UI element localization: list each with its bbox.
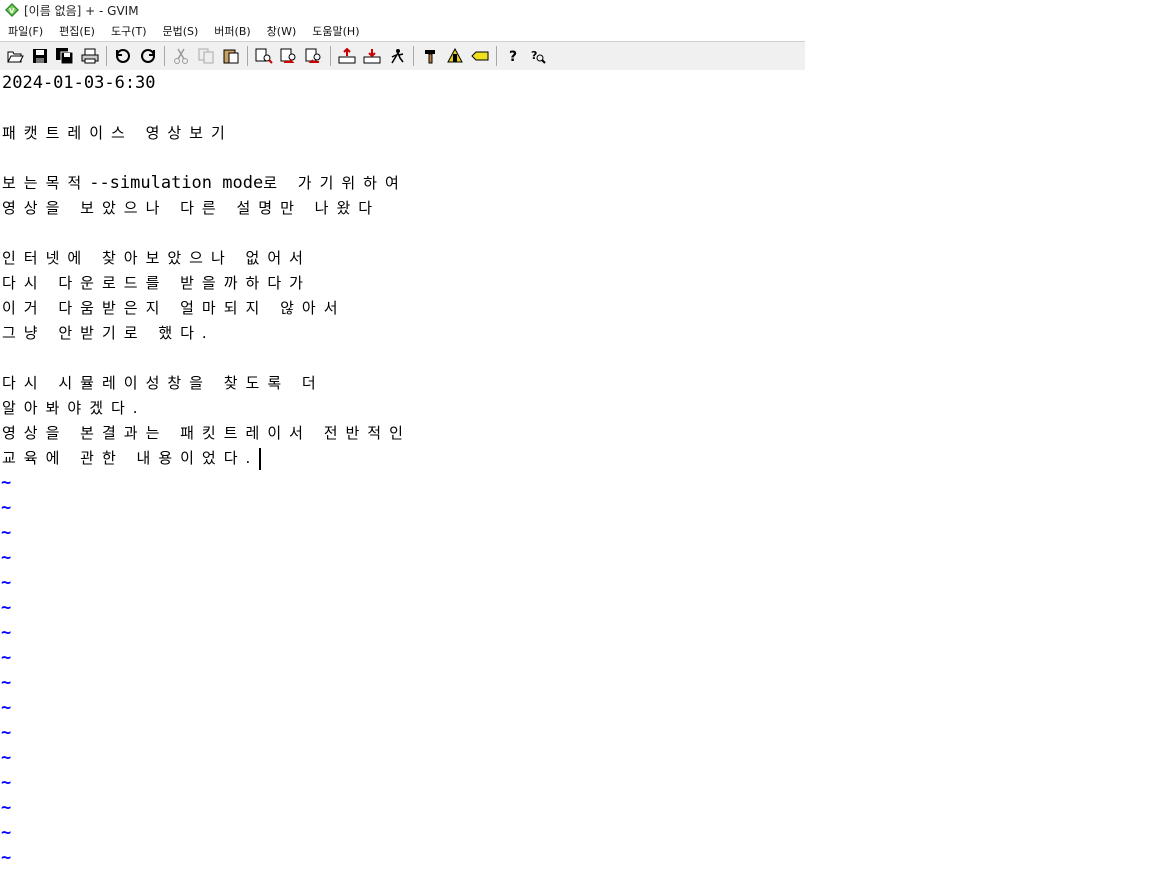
menu-syntax[interactable]: 문법(S) [154,23,206,39]
empty-line-tilde: ~ [1,523,12,543]
editor-line: 영상을 본결과는 패킷트레이서 전반적인 [2,424,411,442]
menu-bar: 파일(F) 편집(E) 도구(T) 문법(S) 버퍼(B) 창(W) 도움말(H… [0,20,805,41]
copy-icon [198,48,213,64]
find-replace-button[interactable] [252,45,275,67]
menu-help[interactable]: 도움말(H) [304,23,367,39]
svg-text:?: ? [531,49,537,62]
line-text: --simulation mode [89,173,264,193]
empty-line-tilde: ~ [1,623,12,643]
title-bar: V [이름 없음] + - GVIM [0,0,805,20]
editor-line: 패캣트레이스 영상보기 [2,124,233,142]
empty-line-tilde: ~ [1,773,12,793]
toolbar: ? ? [0,41,805,70]
line-text: 교육에 관한 내용이었다. [2,449,259,467]
empty-line-tilde: ~ [1,648,12,668]
line-text: 로 가기위하여 [263,174,407,192]
editor-line: 알아봐야겠다. [2,399,146,417]
find-replace-icon [255,48,273,64]
gvim-icon: V [5,3,19,17]
toolbar-separator [496,46,497,66]
empty-line-tilde: ~ [1,698,12,718]
load-session-button[interactable] [335,45,358,67]
paste-button[interactable] [219,45,242,67]
toolbar-separator [330,46,331,66]
tags-button[interactable] [468,45,491,67]
editor-line: 이거 다움받은지 얼마되지 않아서 [2,299,346,317]
run-script-icon [390,49,404,64]
tags-icon [470,51,488,61]
window-title: [이름 없음] + - GVIM [24,3,139,18]
save-all-icon [55,48,73,64]
find-next-icon [280,48,295,63]
find-prev-button[interactable] [302,45,325,67]
help-button[interactable]: ? [501,45,524,67]
editor-line: 그냥 안받기로 했다. [2,324,215,342]
find-prev-icon [305,48,320,63]
empty-line-tilde: ~ [1,723,12,743]
text-cursor [259,447,262,470]
make-button[interactable] [418,45,441,67]
editor-line: 영상을 보았으나 다른 설명만 나왔다 [2,199,381,217]
empty-line-tilde: ~ [1,848,12,868]
find-help-button[interactable]: ? [526,45,549,67]
toolbar-separator [164,46,165,66]
empty-line-tilde: ~ [1,548,12,568]
undo-icon [115,49,130,63]
empty-line-tilde: ~ [1,673,12,693]
run-script-button[interactable] [385,45,408,67]
undo-button[interactable] [111,45,134,67]
save-icon [32,49,47,63]
editor-line: 인터넷에 찾아보았으나 없어서 [2,249,311,267]
toolbar-separator [413,46,414,66]
empty-line-tilde: ~ [1,748,12,768]
editor-area[interactable]: 2024-01-03-6:30 패캣트레이스 영상보기 보는목적--simula… [0,71,1152,892]
empty-line-tilde: ~ [1,798,12,818]
copy-button[interactable] [194,45,217,67]
empty-line-tilde: ~ [1,598,12,618]
svg-text:V: V [9,7,15,15]
open-icon [6,51,24,63]
help-icon: ? [509,49,517,64]
redo-button[interactable] [136,45,159,67]
save-session-icon [363,49,380,64]
toolbar-separator [106,46,107,66]
editor-line: 다시 다운로드를 받을까하다가 [2,274,311,292]
line-text: 보는목적 [2,174,90,192]
empty-line-tilde: ~ [1,473,12,493]
editor-line: 교육에 관한 내용이었다. [0,446,1152,471]
toolbar-separator [247,46,248,66]
paste-icon [223,49,238,64]
svg-text:?: ? [509,49,517,64]
cut-icon [173,48,188,64]
shell-button[interactable] [443,45,466,67]
empty-line-tilde: ~ [1,823,12,843]
redo-icon [140,49,155,63]
print-button[interactable] [78,45,101,67]
empty-line-tilde: ~ [1,573,12,593]
menu-file[interactable]: 파일(F) [0,23,51,39]
cut-button[interactable] [169,45,192,67]
shell-icon [446,48,463,63]
load-session-icon [338,48,355,64]
make-icon [424,50,435,64]
open-button[interactable] [3,45,26,67]
empty-line-tilde: ~ [1,498,12,518]
menu-window[interactable]: 창(W) [259,23,305,39]
find-help-icon: ? [531,49,546,64]
find-next-button[interactable] [277,45,300,67]
save-all-button[interactable] [53,45,76,67]
menu-buffers[interactable]: 버퍼(B) [206,23,258,39]
save-session-button[interactable] [360,45,383,67]
save-button[interactable] [28,45,51,67]
editor-line: 다시 시뮬레이성창을 찾도록 더 [2,374,324,392]
editor-line: 2024-01-03-6:30 [2,73,156,93]
menu-edit[interactable]: 편집(E) [51,23,103,39]
print-icon [81,48,98,64]
editor-line: 보는목적--simulation mode로 가기위하여 [0,171,1152,196]
menu-tools[interactable]: 도구(T) [103,23,155,39]
